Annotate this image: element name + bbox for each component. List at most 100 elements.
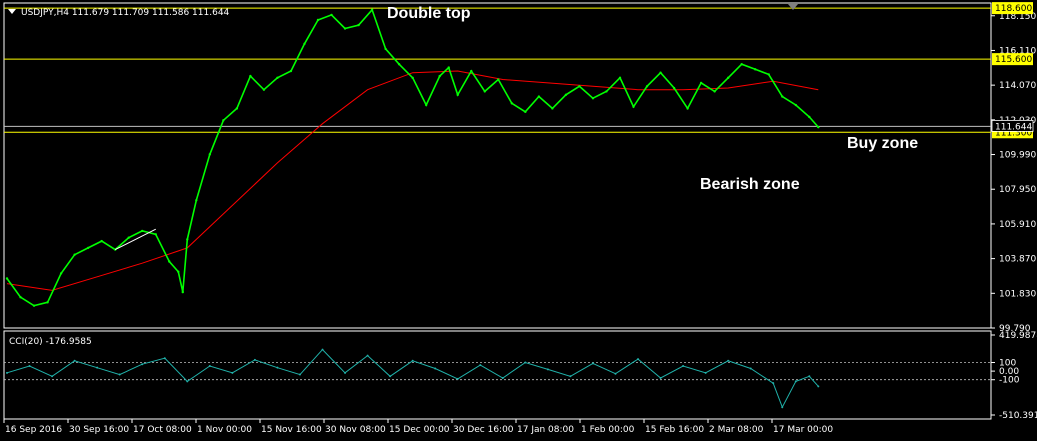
- time-tick-label: 17 Mar 00:00: [773, 425, 833, 435]
- price-point: [330, 13, 333, 17]
- price-point: [186, 238, 189, 241]
- time-tick-label: 16 Sep 2016: [5, 425, 62, 435]
- time-tick-label: 30 Nov 08:00: [325, 425, 386, 435]
- time-tick-label: 17 Jan 08:00: [517, 425, 574, 435]
- price-point: [208, 153, 212, 156]
- price-point: [86, 246, 90, 250]
- level-price-label: 118.600: [995, 4, 1032, 14]
- cci-point: [614, 372, 617, 375]
- cci-point: [434, 367, 437, 370]
- price-point: [740, 63, 743, 66]
- price-point: [343, 27, 347, 30]
- price-point: [754, 68, 757, 71]
- cci-point: [682, 364, 685, 367]
- cci-point: [524, 361, 527, 364]
- price-point: [46, 301, 49, 304]
- price-point: [438, 74, 441, 78]
- price-point: [276, 76, 279, 80]
- price-point: [262, 88, 266, 91]
- price-point: [672, 86, 676, 90]
- time-tick-label: 1 Nov 00:00: [197, 425, 252, 435]
- price-point: [181, 290, 184, 294]
- cci-point: [817, 385, 820, 388]
- indicator-title: CCI(20) -176.9585: [9, 337, 92, 347]
- price-point: [808, 115, 811, 119]
- level-price-label: 115.600: [995, 55, 1032, 65]
- cci-tick-label: -510.3915: [999, 411, 1037, 421]
- annotation-bearish-zone: Bearish zone: [700, 176, 800, 193]
- time-tick-label: 1 Feb 00:00: [581, 425, 635, 435]
- price-point: [564, 93, 568, 97]
- price-point: [524, 110, 527, 114]
- price-point: [510, 102, 514, 105]
- price-point: [591, 97, 595, 100]
- cci-point: [659, 376, 662, 379]
- cci-point: [479, 364, 482, 367]
- price-point: [726, 76, 730, 80]
- cci-point: [344, 371, 347, 374]
- price-point: [686, 107, 689, 110]
- price-point: [713, 90, 716, 93]
- price-point: [781, 95, 784, 98]
- time-tick-label: 2 Mar 08:00: [709, 425, 764, 435]
- price-point: [632, 105, 635, 108]
- time-tick-label: 15 Nov 16:00: [261, 425, 322, 435]
- price-point: [397, 63, 401, 66]
- time-tick-label: 30 Sep 16:00: [69, 425, 129, 435]
- price-point: [618, 76, 622, 80]
- price-tick-label: 109.990: [999, 151, 1036, 161]
- price-tick-label: 101.830: [999, 289, 1036, 299]
- cci-point: [276, 366, 279, 369]
- price-tick-label: 105.910: [999, 220, 1036, 230]
- price-point: [177, 270, 180, 273]
- price-point: [483, 90, 486, 93]
- price-point: [370, 8, 374, 12]
- price-point: [551, 107, 554, 110]
- chart-window: 118.150116.110114.070112.030109.990107.9…: [0, 0, 1037, 441]
- cci-point: [772, 382, 775, 385]
- price-point: [456, 93, 459, 97]
- chart-header: USDJPY,H4 111.679 111.709 111.586 111.64…: [8, 8, 230, 18]
- cci-point: [298, 373, 301, 376]
- price-point: [127, 236, 130, 239]
- cci-tick-label: 419.9878: [999, 331, 1037, 341]
- price-point: [497, 78, 500, 81]
- price-point: [235, 107, 239, 110]
- cci-point: [794, 380, 797, 383]
- cci-point: [637, 358, 640, 361]
- chart-background: [0, 0, 1037, 441]
- cci-point: [456, 377, 459, 380]
- annotation-double-top: Double top: [387, 5, 471, 22]
- cci-point: [366, 354, 369, 357]
- price-point: [222, 119, 225, 122]
- price-point: [59, 272, 63, 275]
- current-price-label: 111.644: [995, 122, 1032, 132]
- cci-point: [321, 348, 324, 351]
- cci-point: [727, 359, 730, 362]
- price-point: [154, 233, 157, 236]
- cci-point: [389, 375, 392, 378]
- price-tick-label: 107.950: [999, 185, 1036, 195]
- cci-point: [411, 359, 414, 362]
- price-point: [289, 69, 293, 73]
- time-tick-label: 15 Dec 00:00: [389, 425, 450, 435]
- price-point: [195, 199, 198, 202]
- cci-point: [231, 371, 234, 374]
- price-point: [645, 85, 649, 88]
- annotation-buy-zone: Buy zone: [847, 135, 918, 152]
- cci-point: [253, 358, 256, 361]
- price-point: [303, 42, 306, 46]
- time-tick-label: 30 Dec 16:00: [453, 425, 514, 435]
- cci-point: [501, 376, 504, 379]
- price-point: [794, 103, 797, 107]
- price-point: [699, 81, 703, 85]
- price-tick-label: 103.870: [999, 255, 1036, 265]
- price-point: [384, 47, 387, 51]
- symbol-readout: USDJPY,H4 111.679 111.709 111.586 111.64…: [21, 8, 230, 18]
- price-point: [817, 125, 820, 129]
- price-point: [32, 304, 36, 307]
- cci-point: [118, 373, 121, 376]
- cci-point: [591, 362, 594, 365]
- price-point: [411, 76, 414, 80]
- cci-point: [73, 359, 76, 362]
